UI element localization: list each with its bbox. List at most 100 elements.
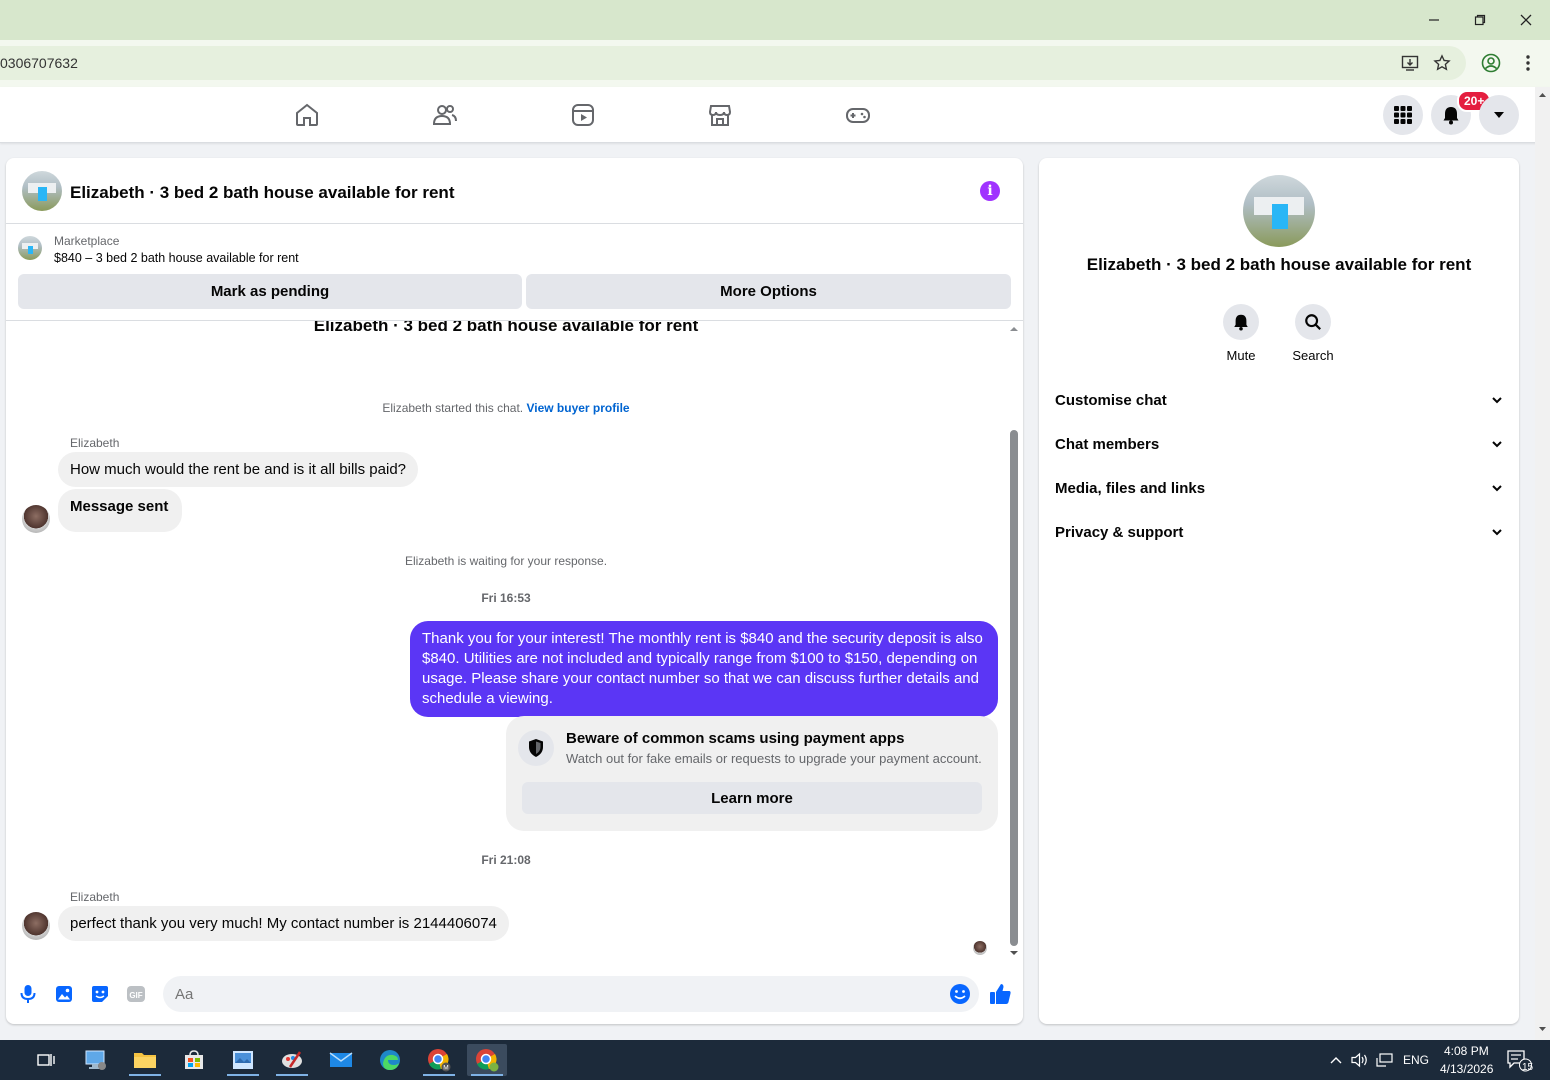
notification-count: 15 bbox=[1522, 1062, 1534, 1073]
message-input[interactable] bbox=[163, 976, 979, 1012]
search-icon bbox=[1305, 314, 1321, 330]
this-pc-icon[interactable] bbox=[76, 1044, 116, 1076]
gaming-icon[interactable] bbox=[844, 101, 872, 129]
listing-title[interactable]: $840 – 3 bed 2 bath house available for … bbox=[54, 251, 299, 265]
gif-icon[interactable]: GIF bbox=[124, 982, 148, 1006]
url-text: 0306707632 bbox=[0, 55, 78, 71]
clock-date[interactable]: 4/13/2026 bbox=[1440, 1062, 1493, 1076]
timestamp: Fri 21:08 bbox=[481, 853, 531, 867]
chrome-active-icon[interactable] bbox=[467, 1044, 507, 1076]
network-icon[interactable] bbox=[1374, 1044, 1396, 1076]
outgoing-message[interactable]: Thank you for your interest! The monthly… bbox=[410, 621, 998, 717]
marketplace-label: Marketplace bbox=[54, 234, 120, 248]
scam-warning-title: Beware of common scams using payment app… bbox=[566, 730, 905, 747]
customise-chat-row[interactable]: Customise chat bbox=[1055, 380, 1503, 420]
message-sent-bubble[interactable]: Message sent bbox=[58, 489, 183, 532]
timestamp: Fri 16:53 bbox=[481, 591, 531, 605]
scam-warning-card: Beware of common scams using payment app… bbox=[506, 716, 998, 831]
message-list: Elizabeth · 3 bed 2 bath house available… bbox=[6, 321, 1006, 961]
language-indicator[interactable]: ENG bbox=[1403, 1053, 1429, 1067]
message-composer: GIF bbox=[6, 968, 1023, 1024]
listing-thumbnail[interactable] bbox=[18, 236, 42, 260]
volume-icon[interactable] bbox=[1350, 1044, 1370, 1076]
incoming-message[interactable]: How much would the rent be and is it all… bbox=[58, 452, 419, 487]
svg-text:GIF: GIF bbox=[129, 991, 142, 1000]
incoming-message[interactable]: perfect thank you very much! My contact … bbox=[58, 906, 509, 941]
restore-button[interactable] bbox=[1468, 8, 1492, 32]
scrolled-chat-title: Elizabeth · 3 bed 2 bath house available… bbox=[313, 321, 699, 335]
chat-profile-name: Elizabeth · 3 bed 2 bath house available… bbox=[1086, 255, 1472, 274]
windows-taskbar: M ENG 4:08 PM 4/13/2026 15 bbox=[0, 1040, 1550, 1080]
page-scrollbar[interactable] bbox=[1535, 87, 1550, 1040]
sender-name: Elizabeth bbox=[70, 890, 120, 904]
chat-panel: Elizabeth · 3 bed 2 bath house available… bbox=[6, 158, 1023, 1024]
info-icon[interactable]: i bbox=[980, 181, 1000, 201]
chat-profile-avatar[interactable] bbox=[1243, 175, 1315, 247]
mute-button[interactable]: Mute bbox=[1211, 304, 1271, 363]
sender-avatar[interactable] bbox=[22, 912, 50, 940]
sticker-icon[interactable] bbox=[88, 982, 112, 1006]
chevron-down-icon bbox=[1492, 485, 1502, 492]
mail-icon[interactable] bbox=[321, 1044, 361, 1076]
seen-receipt-avatar bbox=[973, 941, 987, 955]
edge-browser-icon[interactable] bbox=[370, 1044, 410, 1076]
action-center-icon[interactable]: 15 bbox=[1502, 1044, 1536, 1076]
file-explorer-icon[interactable] bbox=[125, 1044, 165, 1076]
show-hidden-icons-icon[interactable] bbox=[1326, 1044, 1346, 1076]
shield-icon bbox=[518, 730, 554, 766]
browser-menu-icon[interactable] bbox=[1517, 52, 1539, 74]
marketplace-icon[interactable] bbox=[706, 101, 734, 129]
close-window-button[interactable] bbox=[1514, 8, 1538, 32]
more-options-button[interactable]: More Options bbox=[526, 274, 1011, 309]
view-buyer-profile-link[interactable]: View buyer profile bbox=[526, 401, 629, 415]
marketplace-bar: Marketplace $840 – 3 bed 2 bath house av… bbox=[6, 224, 1023, 321]
like-thumb-icon[interactable] bbox=[988, 982, 1012, 1006]
chat-title[interactable]: Elizabeth · 3 bed 2 bath house available… bbox=[70, 183, 454, 203]
window-titlebar bbox=[0, 0, 1550, 40]
sender-name: Elizabeth bbox=[70, 436, 120, 450]
photos-app-icon[interactable] bbox=[223, 1044, 263, 1076]
microphone-icon[interactable] bbox=[16, 982, 40, 1006]
paint-app-icon[interactable] bbox=[272, 1044, 312, 1076]
bell-icon bbox=[1234, 314, 1248, 331]
caret-down-icon bbox=[1494, 112, 1504, 118]
search-button[interactable]: Search bbox=[1283, 304, 1343, 363]
mark-as-pending-button[interactable]: Mark as pending bbox=[18, 274, 522, 309]
mute-label: Mute bbox=[1226, 348, 1256, 363]
friends-icon[interactable] bbox=[431, 101, 459, 129]
minimize-button[interactable] bbox=[1422, 8, 1446, 32]
address-bar[interactable]: 0306707632 bbox=[0, 46, 1466, 80]
search-label: Search bbox=[1292, 348, 1334, 363]
chevron-down-icon bbox=[1492, 397, 1502, 404]
message-scrollbar-thumb[interactable] bbox=[1010, 430, 1018, 946]
chevron-down-icon bbox=[1492, 441, 1502, 448]
store-icon[interactable] bbox=[174, 1044, 214, 1076]
home-icon[interactable] bbox=[293, 101, 321, 129]
learn-more-button[interactable]: Learn more bbox=[522, 782, 982, 814]
svg-text:M: M bbox=[443, 1065, 448, 1072]
chat-header: Elizabeth · 3 bed 2 bath house available… bbox=[6, 158, 1023, 224]
task-view-icon[interactable] bbox=[26, 1044, 66, 1076]
photo-icon[interactable] bbox=[52, 982, 76, 1006]
grid-icon bbox=[1394, 106, 1412, 124]
chrome-profile-m-icon[interactable]: M bbox=[419, 1044, 459, 1076]
clock-time[interactable]: 4:08 PM bbox=[1444, 1044, 1489, 1058]
chat-info-panel: Elizabeth · 3 bed 2 bath house available… bbox=[1039, 158, 1519, 1024]
menu-grid-button[interactable] bbox=[1383, 95, 1423, 135]
emoji-icon[interactable] bbox=[948, 982, 972, 1006]
bookmark-star-icon[interactable] bbox=[1431, 52, 1453, 74]
chat-avatar[interactable] bbox=[22, 171, 62, 211]
media-files-links-row[interactable]: Media, files and links bbox=[1055, 468, 1503, 508]
sender-avatar[interactable] bbox=[22, 505, 50, 533]
chat-started-notice: Elizabeth started this chat. View buyer … bbox=[382, 401, 630, 415]
install-app-icon[interactable] bbox=[1399, 52, 1421, 74]
scam-warning-description: Watch out for fake emails or requests to… bbox=[566, 751, 982, 766]
privacy-support-row[interactable]: Privacy & support bbox=[1055, 512, 1503, 552]
profile-icon[interactable] bbox=[1480, 52, 1502, 74]
video-icon[interactable] bbox=[569, 101, 597, 129]
waiting-notice: Elizabeth is waiting for your response. bbox=[404, 554, 608, 568]
chevron-down-icon bbox=[1492, 529, 1502, 536]
facebook-top-nav: 20+ bbox=[0, 87, 1550, 143]
chat-members-row[interactable]: Chat members bbox=[1055, 424, 1503, 464]
account-menu-button[interactable] bbox=[1479, 95, 1519, 135]
